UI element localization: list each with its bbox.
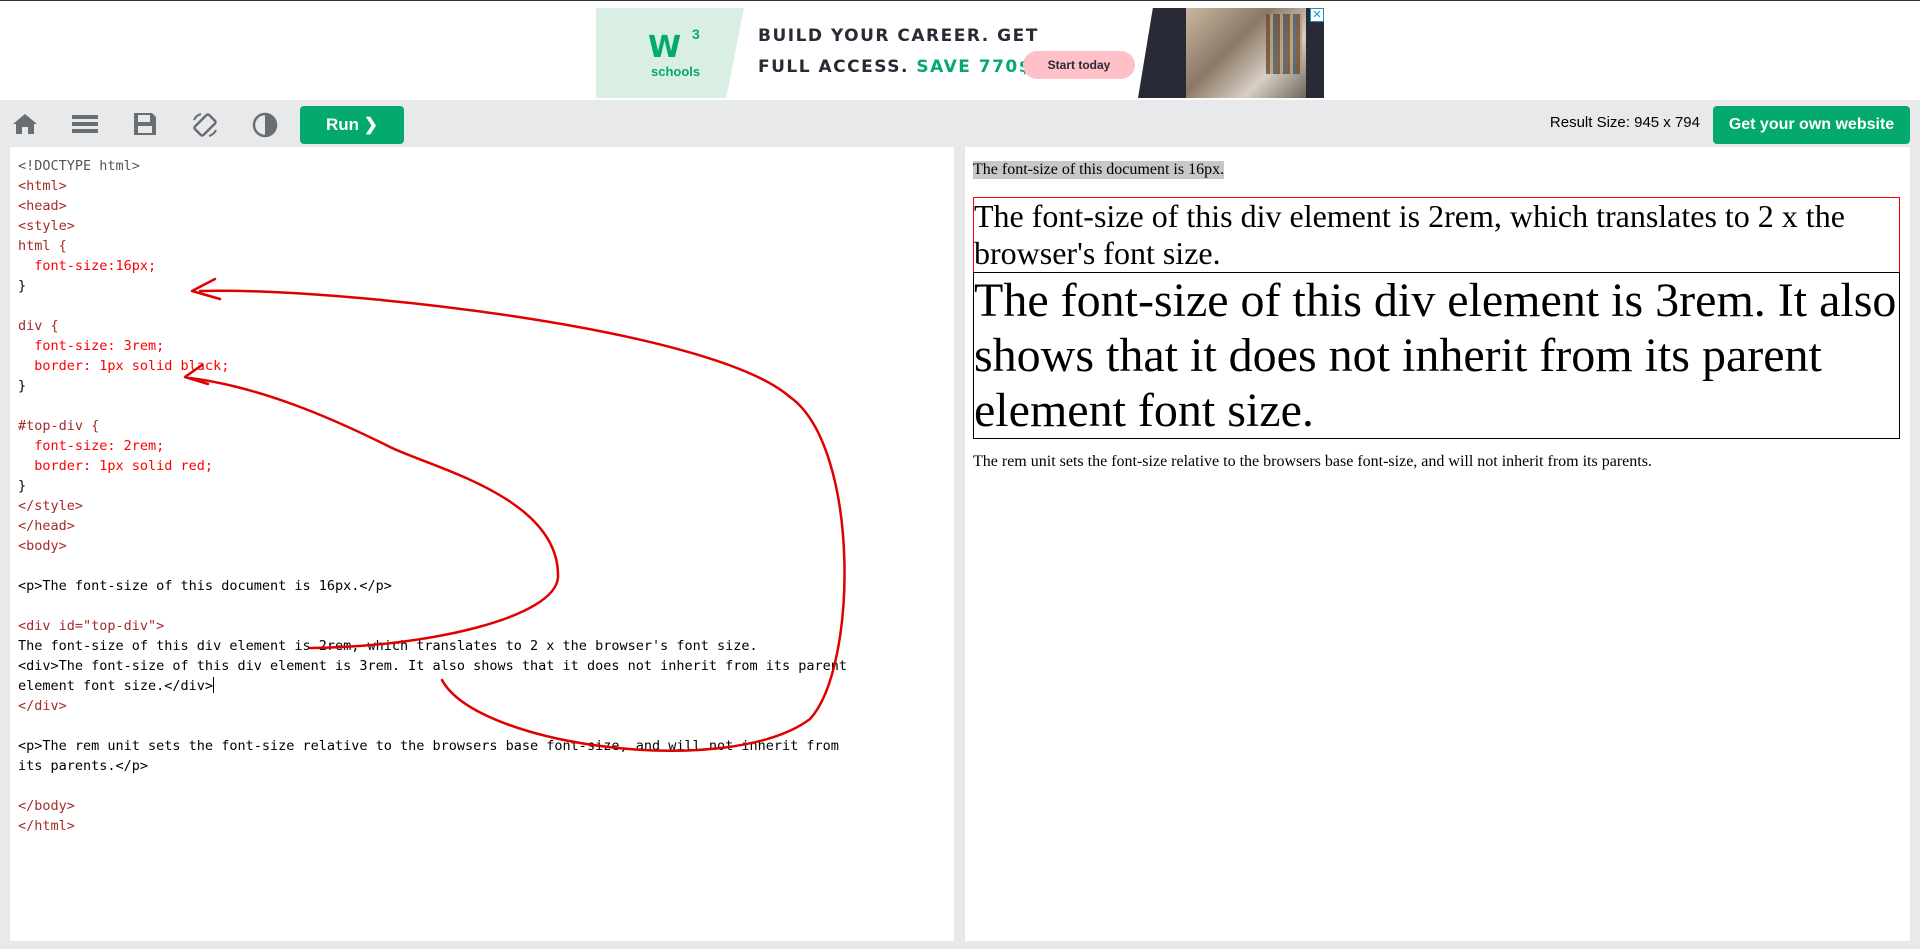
save-icon[interactable] bbox=[130, 112, 160, 136]
code-content[interactable]: <!DOCTYPE html> <html> <head> <style> ht… bbox=[18, 156, 847, 836]
code-line: <div>The font-size of this div element i… bbox=[18, 658, 848, 674]
code-line: <div id="top-div"> bbox=[18, 618, 165, 634]
ad-bar: W 3 schools BUILD YOUR CAREER. GET FULL … bbox=[0, 0, 1920, 100]
start-today-button[interactable]: Start today bbox=[1023, 51, 1135, 79]
code-editor[interactable]: <!DOCTYPE html> <html> <head> <style> ht… bbox=[10, 147, 954, 941]
code-line: <head> bbox=[18, 198, 67, 214]
code-line: <p>The rem unit sets the font-size relat… bbox=[18, 738, 839, 754]
ad-banner[interactable]: W 3 schools BUILD YOUR CAREER. GET FULL … bbox=[596, 8, 1324, 98]
code-line: </body> bbox=[18, 798, 75, 814]
text-cursor bbox=[213, 677, 215, 693]
workspace: <!DOCTYPE html> <html> <head> <style> ht… bbox=[0, 147, 1920, 949]
toolbar: Run ❯ Result Size: 945 x 794 Get your ow… bbox=[0, 100, 1920, 147]
code-line: } bbox=[18, 478, 27, 494]
ad-save-text: SAVE 770$ bbox=[916, 57, 1033, 77]
rotate-icon[interactable] bbox=[190, 112, 220, 137]
ad-photo-bookshelf bbox=[1266, 14, 1302, 74]
ad-close-icon[interactable]: ✕ bbox=[1310, 8, 1324, 22]
code-line: its parents.</p> bbox=[18, 758, 149, 774]
logo-text: schools bbox=[651, 64, 701, 79]
run-button[interactable]: Run ❯ bbox=[300, 106, 404, 144]
result-paragraph-1: The font-size of this document is 16px. bbox=[973, 161, 1225, 179]
code-line: <body> bbox=[18, 538, 67, 554]
code-line: font-size:16px; bbox=[18, 258, 157, 274]
code-line: } bbox=[18, 378, 27, 394]
code-line: element font size.</div> bbox=[18, 678, 214, 694]
code-line: div { bbox=[18, 318, 59, 334]
code-line: html { bbox=[18, 238, 67, 254]
code-line: <!DOCTYPE html> bbox=[18, 158, 140, 174]
code-line: } bbox=[18, 278, 27, 294]
result-inner-div: The font-size of this div element is 3re… bbox=[973, 272, 1900, 439]
result-top-div: The font-size of this div element is 2re… bbox=[973, 197, 1900, 439]
code-line: font-size: 3rem; bbox=[18, 338, 165, 354]
code-line: font-size: 2rem; bbox=[18, 438, 165, 454]
result-size-label: Result Size: 945 x 794 bbox=[1549, 114, 1700, 131]
w3schools-logo: W 3 schools bbox=[596, 8, 744, 98]
code-line: <style> bbox=[18, 218, 75, 234]
get-your-own-website-button[interactable]: Get your own website bbox=[1713, 106, 1910, 144]
code-line: <p>The font-size of this document is 16p… bbox=[18, 578, 392, 594]
result-top-div-text: The font-size of this div element is 2re… bbox=[974, 198, 1845, 271]
code-line: </style> bbox=[18, 498, 84, 514]
code-line: </html> bbox=[18, 818, 75, 834]
ad-photo bbox=[1138, 8, 1324, 98]
result-pane[interactable]: The font-size of this document is 16px. … bbox=[965, 147, 1910, 941]
contrast-icon[interactable] bbox=[250, 112, 280, 138]
ad-headline-2-text: FULL ACCESS. bbox=[758, 57, 909, 77]
code-line: </head> bbox=[18, 518, 75, 534]
ad-headline-1: BUILD YOUR CAREER. GET bbox=[758, 26, 1039, 46]
ad-headline-2: FULL ACCESS. SAVE 770$ bbox=[758, 57, 1032, 77]
logo-mark: W bbox=[648, 30, 681, 65]
code-line: </div> bbox=[18, 698, 67, 714]
result-paragraph-2: The rem unit sets the font-size relative… bbox=[973, 453, 1652, 470]
code-line: <html> bbox=[18, 178, 67, 194]
menu-icon[interactable] bbox=[70, 112, 100, 136]
logo-superscript: 3 bbox=[692, 26, 700, 42]
code-line: border: 1px solid red; bbox=[18, 458, 214, 474]
code-line: border: 1px solid black; bbox=[18, 358, 230, 374]
home-icon[interactable] bbox=[10, 112, 40, 136]
code-line: The font-size of this div element is 2re… bbox=[18, 638, 758, 654]
code-line: #top-div { bbox=[18, 418, 100, 434]
